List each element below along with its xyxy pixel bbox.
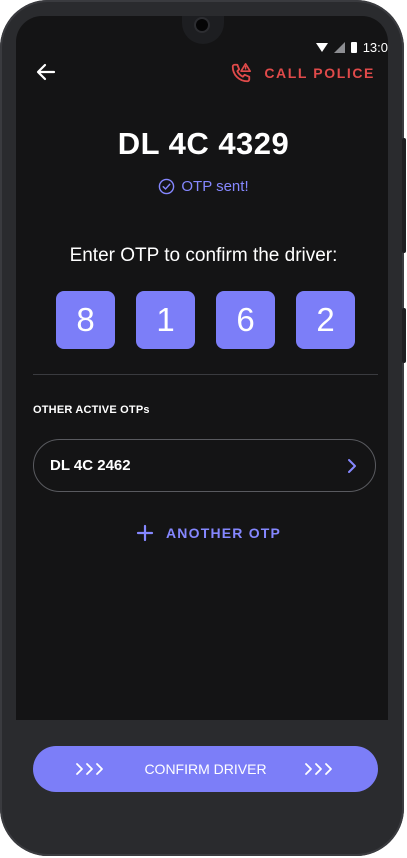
plus-icon <box>136 524 154 542</box>
otp-status-text: OTP sent! <box>181 178 249 195</box>
signal-icon <box>333 41 345 53</box>
otp-digit-1: 8 <box>56 291 115 349</box>
divider <box>33 374 378 375</box>
other-otps-title: OTHER ACTIVE OTPs <box>33 404 150 416</box>
vehicle-plate: DL 4C 4329 <box>117 126 290 161</box>
add-another-otp-button[interactable]: ANOTHER OTP <box>136 524 281 542</box>
front-camera <box>196 19 208 31</box>
triple-chevron-right-icon <box>76 763 103 775</box>
phone-alert-icon <box>232 63 252 83</box>
otp-digit-2: 1 <box>136 291 195 349</box>
wifi-icon <box>315 42 328 52</box>
otp-status: OTP sent! <box>0 178 407 195</box>
call-police-button[interactable]: CALL POLICE <box>230 61 375 85</box>
other-otp-plate: DL 4C 2462 <box>50 457 131 474</box>
call-police-label: CALL POLICE <box>264 65 375 81</box>
add-another-otp-label: ANOTHER OTP <box>166 525 282 541</box>
status-bar: 13:0 <box>315 38 388 56</box>
chevron-right-icon <box>348 458 356 473</box>
otp-prompt: Enter OTP to confirm the driver: <box>69 245 338 266</box>
otp-digit-3: 6 <box>216 291 275 349</box>
other-otp-item[interactable]: DL 4C 2462 <box>33 439 376 492</box>
confirm-driver-button[interactable]: CONFIRM DRIVER <box>33 746 378 792</box>
triple-chevron-right-icon <box>305 763 332 775</box>
check-circle-icon <box>159 178 175 195</box>
confirm-driver-label: CONFIRM DRIVER <box>144 761 267 777</box>
power-button <box>402 308 406 363</box>
status-time: 13:0 <box>362 39 388 55</box>
back-arrow-icon[interactable] <box>36 62 56 82</box>
otp-digit-4: 2 <box>296 291 355 349</box>
otp-digits: 8 1 6 2 <box>56 291 355 349</box>
battery-icon <box>350 41 357 53</box>
